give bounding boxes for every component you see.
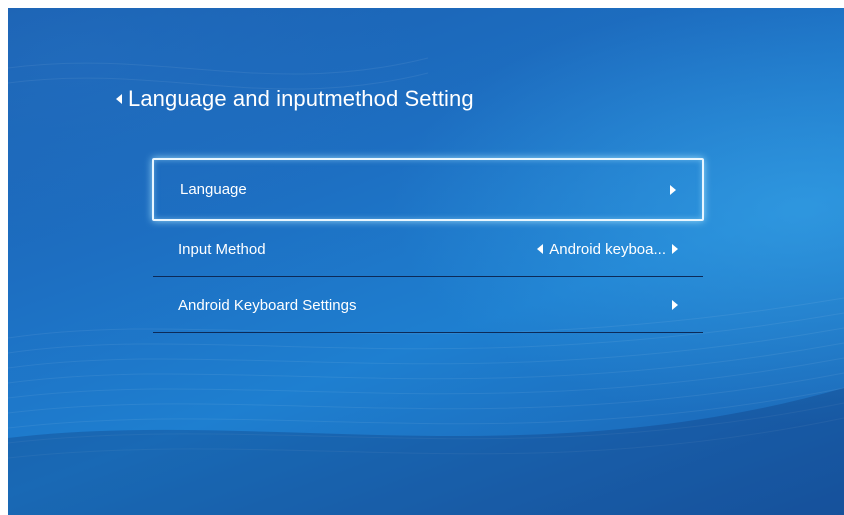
- menu-item-language[interactable]: Language: [152, 158, 704, 221]
- chevron-right-icon: [670, 184, 676, 195]
- menu-item-input-method[interactable]: Input Method Android keyboa...: [152, 221, 704, 277]
- header: Language and inputmethod Setting: [116, 86, 474, 112]
- menu-item-label: Android Keyboard Settings: [178, 296, 357, 314]
- settings-screen: Language and inputmethod Setting Languag…: [8, 8, 844, 515]
- settings-menu: Language Input Method Android keyboa... …: [152, 158, 704, 333]
- menu-item-controls: [670, 184, 676, 195]
- back-arrow-icon[interactable]: [116, 94, 122, 104]
- chevron-right-icon[interactable]: [672, 244, 678, 254]
- page-title: Language and inputmethod Setting: [128, 86, 474, 111]
- input-method-value: Android keyboa...: [549, 240, 666, 258]
- menu-item-label: Language: [180, 181, 247, 198]
- menu-item-android-keyboard-settings[interactable]: Android Keyboard Settings: [152, 277, 704, 333]
- chevron-left-icon[interactable]: [537, 244, 544, 254]
- chevron-right-icon: [672, 300, 678, 310]
- menu-item-label: Input Method: [178, 240, 266, 258]
- input-method-selector[interactable]: Android keyboa...: [537, 241, 678, 258]
- menu-item-controls: [672, 300, 678, 310]
